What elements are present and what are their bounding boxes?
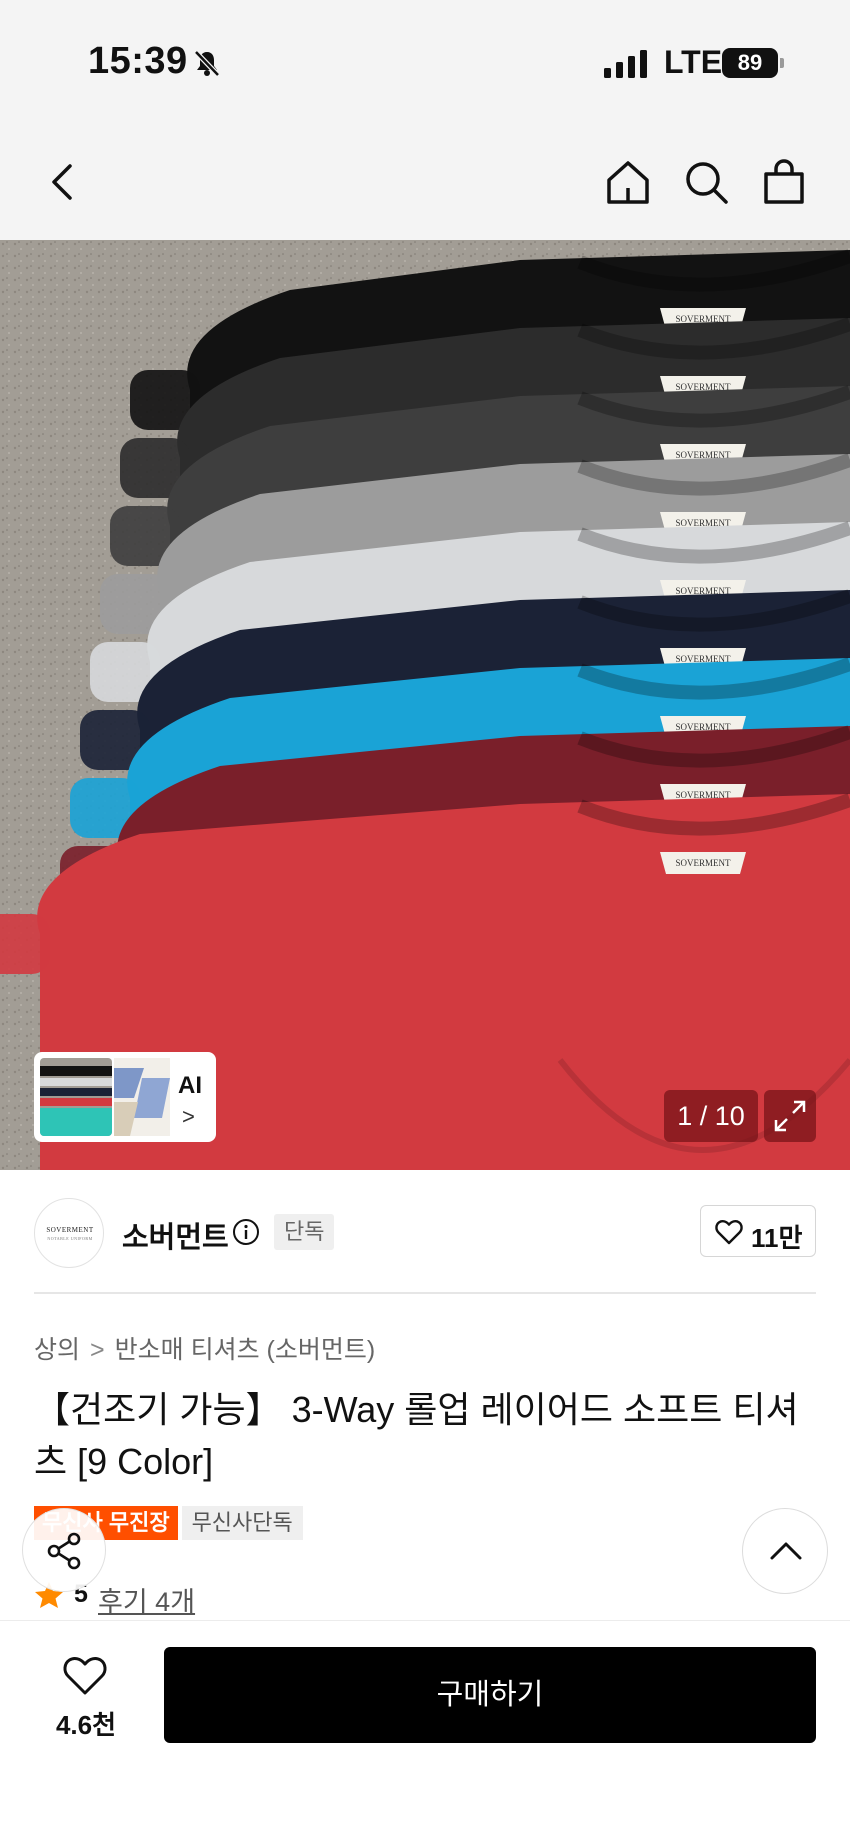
share-button[interactable] — [22, 1508, 106, 1592]
status-time: 15:39 — [88, 40, 188, 82]
brand-logo[interactable]: SOVERMENT NOTABLE UNIFORM — [34, 1198, 104, 1268]
shirt-label-text: SOVERMENT — [675, 858, 731, 868]
brand-like-count: 11만 — [751, 1223, 803, 1253]
breadcrumb-category[interactable]: 상의 — [34, 1336, 80, 1364]
expand-icon[interactable] — [764, 1090, 816, 1142]
review-link[interactable]: 후기 4개 — [98, 1580, 195, 1619]
search-icon[interactable] — [682, 158, 730, 206]
home-icon[interactable] — [604, 158, 652, 206]
product-title: 【건조기 가능】 3-Way 롤업 레이어드 소프트 티셔츠 [9 Color] — [34, 1389, 799, 1482]
image-counter: 1 / 10 — [664, 1090, 758, 1142]
signal-icon — [604, 50, 647, 78]
battery-icon: 89 — [722, 48, 784, 78]
ai-thumbnail-2 — [114, 1058, 170, 1136]
divider — [34, 1292, 816, 1294]
breadcrumb-chevron-icon: > — [90, 1336, 105, 1364]
ai-thumbnail — [40, 1058, 112, 1136]
brand-logo-text: SOVERMENT — [46, 1226, 94, 1234]
back-icon[interactable] — [40, 158, 88, 206]
bell-muted-icon — [194, 50, 220, 77]
shirt-cuff — [0, 914, 50, 974]
status-bar: 15:39 LTE 89 — [0, 0, 850, 120]
brand-logo-subtext: NOTABLE UNIFORM — [47, 1236, 93, 1241]
chevron-up-icon — [770, 1542, 802, 1560]
ai-label: AI — [178, 1072, 202, 1099]
ai-similar-items-button[interactable]: AI > — [34, 1052, 216, 1142]
nav-bar — [0, 120, 850, 240]
shopping-bag-icon[interactable] — [760, 158, 808, 206]
battery-level: 89 — [722, 48, 778, 78]
brand-like-button[interactable]: 11만 — [700, 1205, 816, 1257]
info-icon[interactable] — [232, 1218, 260, 1246]
breadcrumb-subcategory[interactable]: 반소매 티셔츠 (소버먼트) — [115, 1336, 376, 1364]
exclusive-tag: 단독 — [274, 1214, 335, 1250]
breadcrumb: 상의 > 반소매 티셔츠 (소버먼트) — [34, 1330, 375, 1366]
chevron-right-icon: > — [182, 1104, 195, 1129]
scroll-top-button[interactable] — [742, 1508, 828, 1594]
product-image-carousel[interactable]: SOVERMENT SOVERMENT SOVERMENT SOVERMENT SOVE… — [0, 240, 850, 1170]
share-icon — [47, 1532, 81, 1570]
network-type: LTE — [664, 44, 723, 80]
buy-button[interactable]: 구매하기 — [164, 1647, 816, 1743]
exclusive-badge: 무신사단독 — [181, 1506, 303, 1540]
brand-name[interactable]: 소버먼트 — [122, 1214, 229, 1256]
bottom-action-bar: 4.6천 구매하기 — [0, 1620, 850, 1842]
product-photo-shirts: SOVERMENTSOVERMENTSOVERMENTSOVERMENTSOVE… — [0, 240, 850, 1170]
wishlist-count: 4.6천 — [55, 1710, 117, 1740]
heart-icon — [715, 1219, 743, 1245]
wishlist-heart-icon[interactable] — [62, 1655, 108, 1697]
